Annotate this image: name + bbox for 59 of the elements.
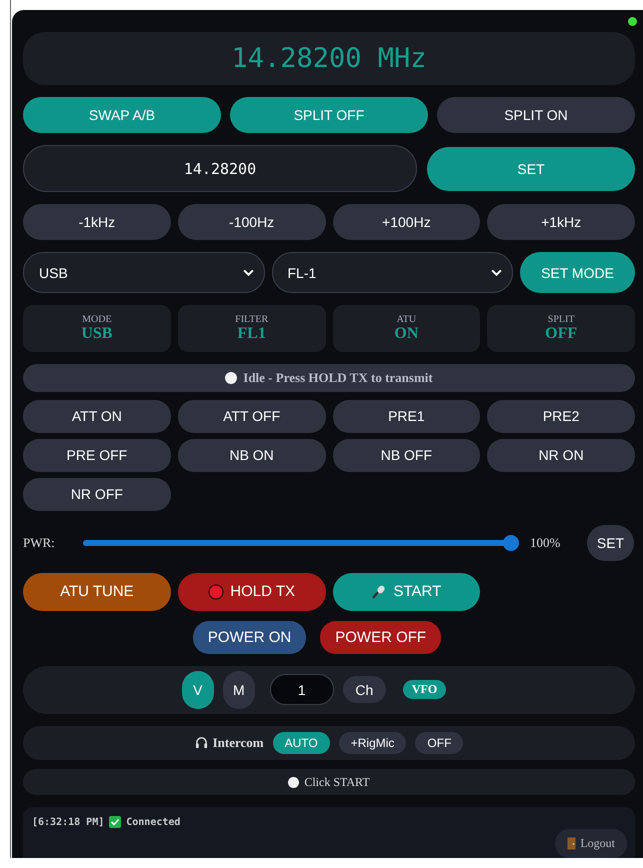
step-button[interactable]: +100Hz: [332, 204, 480, 240]
vfo-button[interactable]: SWAP A/B: [23, 97, 221, 134]
mode-select[interactable]: USB: [23, 252, 264, 294]
vfo-badge: VFO: [402, 680, 446, 700]
status-value: OFF: [545, 325, 578, 344]
slider-thumb[interactable]: [503, 534, 519, 551]
record-icon: [208, 584, 224, 600]
filter-select[interactable]: FL-1: [272, 252, 513, 294]
power-reading: 100%: [530, 534, 562, 551]
intercom-label: Intercom: [212, 734, 264, 751]
tx-status-text: Idle - Press HOLD TX to transmit: [243, 370, 433, 386]
power-button[interactable]: POWER OFF: [320, 620, 442, 654]
function-button[interactable]: PRE1: [332, 400, 480, 433]
status-label: ATU: [396, 314, 416, 326]
vfo-button[interactable]: SPLIT ON: [437, 97, 635, 134]
power-label: PWR:: [23, 534, 56, 551]
headphones-icon: [194, 736, 208, 750]
logout-button[interactable]: Logout: [555, 829, 627, 858]
function-button[interactable]: NB OFF: [332, 438, 480, 472]
intercom-option[interactable]: OFF: [415, 732, 464, 754]
step-button[interactable]: +1kHz: [487, 204, 635, 240]
set-button[interactable]: SET: [427, 146, 635, 191]
channel-button[interactable]: Ch: [342, 676, 386, 704]
function-button[interactable]: PRE OFF: [23, 438, 171, 472]
action-button[interactable]: ATU TUNE: [23, 572, 171, 611]
intercom-option[interactable]: AUTO: [272, 732, 330, 754]
vfo-button[interactable]: SPLIT OFF: [230, 97, 428, 134]
vfo-mode-toggle[interactable]: V: [182, 670, 214, 709]
status-value: USB: [81, 325, 112, 344]
action-button[interactable]: HOLD TX: [178, 572, 326, 611]
channel-input[interactable]: 1: [270, 674, 334, 706]
log-time: [6:32:18 PM]: [32, 816, 104, 828]
function-button[interactable]: PRE2: [487, 400, 635, 433]
frequency-display: 14.28200 MHz: [23, 32, 635, 86]
chevron-down-icon: [242, 269, 254, 276]
status-value: FL1: [237, 325, 266, 344]
door-icon: [567, 837, 576, 850]
intercom-option[interactable]: +RigMic: [338, 732, 406, 754]
vfo-mode-toggle[interactable]: M: [222, 670, 255, 709]
function-button[interactable]: ATT ON: [23, 400, 171, 433]
chevron-down-icon: [491, 269, 502, 276]
status-label: MODE: [82, 314, 112, 326]
power-set-button[interactable]: SET: [587, 524, 634, 561]
function-button[interactable]: ATT OFF: [178, 400, 326, 433]
audio-status-text: Click START: [304, 774, 370, 790]
status-label: SPLIT: [548, 314, 574, 326]
step-button[interactable]: -100Hz: [178, 204, 326, 240]
status-label: FILTER: [235, 314, 268, 326]
power-button[interactable]: POWER ON: [192, 620, 306, 654]
function-button[interactable]: NR OFF: [23, 478, 171, 511]
microphone-icon: [371, 584, 388, 600]
status-value: ON: [394, 325, 418, 344]
function-button[interactable]: NB ON: [178, 438, 326, 472]
step-button[interactable]: -1kHz: [23, 204, 171, 240]
set-mode-button[interactable]: SET MODE: [520, 252, 635, 294]
frequency-input[interactable]: 14.28200: [23, 145, 417, 192]
function-button[interactable]: NR ON: [487, 438, 635, 472]
log-message: Connected: [126, 816, 180, 828]
action-button[interactable]: START: [332, 572, 480, 611]
